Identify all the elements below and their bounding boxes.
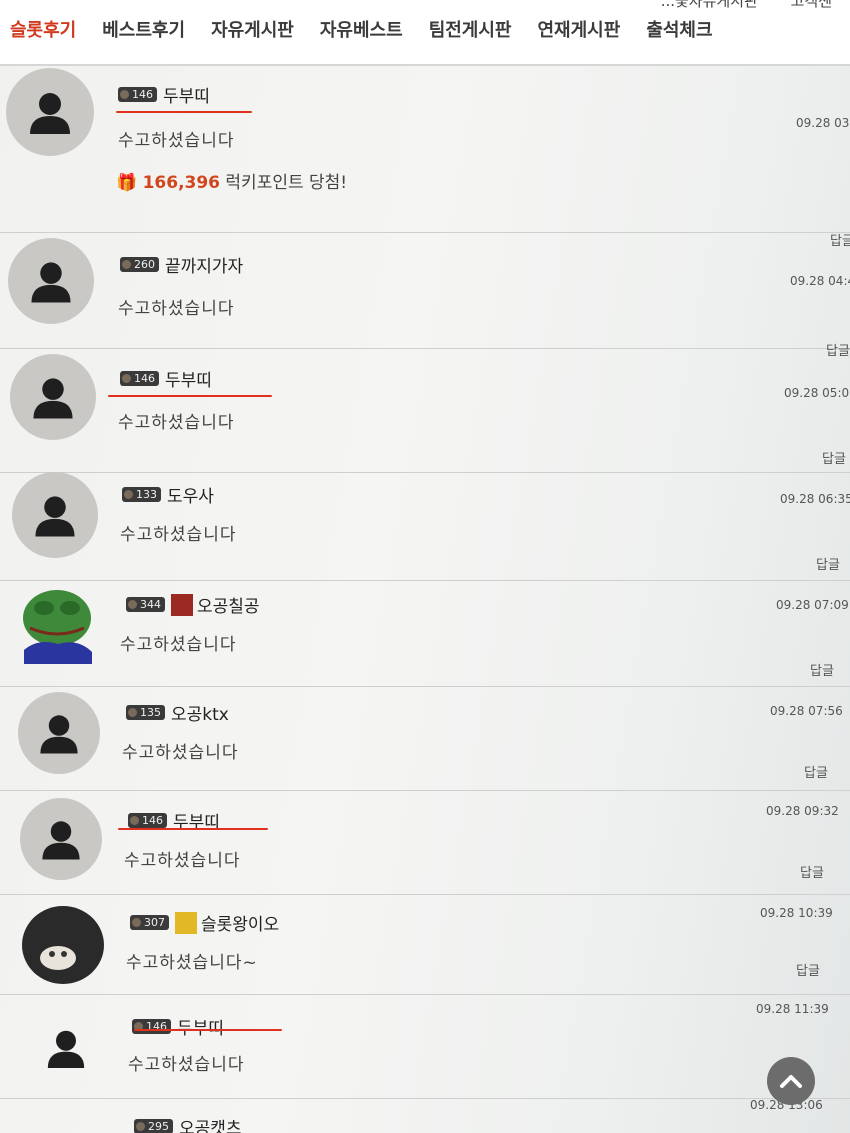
chevron-up-icon: [780, 1075, 802, 1088]
avatar[interactable]: [8, 238, 94, 324]
comment-item: 344 오공칠공 수고하셨습니다 09.28 07:09 답글: [0, 580, 850, 687]
util-link-1[interactable]: ...꽃자유게시판: [661, 0, 758, 10]
nickname[interactable]: 두부띠: [163, 87, 210, 107]
character-icon: [171, 593, 193, 616]
reply-button[interactable]: 답글: [800, 862, 824, 881]
nickname[interactable]: 오공칠공: [197, 597, 260, 617]
comment-item: 146 두부띠 수고하셨습니다 09.28 05:05 답글: [0, 348, 850, 473]
comment-item: 146 두부띠 수고하셨습니다 09.28 09:32 답글: [0, 790, 850, 895]
level-badge: 146: [118, 87, 157, 102]
comment-item: 135 오공ktx 수고하셨습니다 09.28 07:56 답글: [0, 686, 850, 791]
level-badge: 295: [134, 1119, 173, 1133]
comment-time: 09.28 04:4: [790, 274, 850, 288]
red-underline-annotation: [118, 828, 268, 830]
utility-links: ...꽃자유게시판 고객센: [633, 0, 832, 11]
comment-body: 수고하셨습니다: [120, 525, 237, 545]
lucky-point-prize: 🎁 166,396 럭키포인트 당첨!: [116, 168, 347, 193]
red-underline-annotation: [108, 395, 272, 397]
level-badge: 146: [120, 371, 159, 386]
avatar[interactable]: [20, 798, 102, 880]
reply-button[interactable]: 답글: [804, 762, 828, 781]
nickname[interactable]: 도우사: [167, 487, 214, 507]
comment-item: 146 두부띠 수고하셨습니다 🎁 166,396 럭키포인트 당첨! 09.28…: [0, 66, 850, 249]
nickname[interactable]: 오공ktx: [171, 705, 229, 725]
level-badge: 146: [132, 1019, 171, 1034]
user-silhouette-icon: [47, 1030, 85, 1068]
gift-icon: 🎁: [116, 173, 138, 193]
avatar[interactable]: [22, 906, 104, 984]
comment-body: 수고하셨습니다~: [126, 953, 258, 973]
comment-time: 09.28 11:39: [756, 1002, 829, 1016]
comment-body: 수고하셨습니다: [128, 1055, 245, 1075]
nickname[interactable]: 오공캣츠: [179, 1119, 242, 1133]
nickname[interactable]: 두부띠: [173, 813, 220, 833]
level-badge: 344: [126, 597, 165, 612]
comment-body: 수고하셨습니다: [118, 299, 235, 319]
reply-button[interactable]: 답글: [822, 448, 846, 467]
avatar[interactable]: [18, 580, 96, 664]
level-badge: 307: [130, 915, 169, 930]
user-silhouette-icon: [42, 821, 80, 860]
user-silhouette-icon: [31, 262, 71, 303]
tab-best-review[interactable]: 베스트후기: [89, 16, 198, 42]
avatar[interactable]: [10, 354, 96, 440]
tab-serial-board[interactable]: 연재게시판: [525, 16, 634, 42]
comment-body: 수고하셨습니다: [124, 851, 241, 871]
red-underline-annotation: [116, 111, 252, 113]
comment-item: 146 두부띠 수고하셨습니다 09.28 11:39: [0, 994, 850, 1099]
avatar[interactable]: [26, 1008, 106, 1088]
avatar[interactable]: [18, 692, 100, 774]
comment-item: 295 오공캣츠 09.28 13:06: [0, 1098, 850, 1133]
crown-icon: [175, 911, 197, 934]
comment-body: 수고하셨습니다: [122, 743, 239, 763]
nickname[interactable]: 슬롯왕이오: [201, 915, 279, 935]
user-silhouette-icon: [40, 715, 78, 754]
tab-free-board[interactable]: 자유게시판: [198, 16, 307, 42]
tab-team-board[interactable]: 팀전게시판: [416, 16, 525, 42]
comment-time: 09.28 09:32: [766, 804, 839, 818]
comment-time: 09.28 03:4: [796, 116, 850, 130]
comment-time: 09.28 05:05: [784, 386, 850, 400]
comment-time: 09.28 07:56: [770, 704, 843, 718]
prize-suffix: 럭키포인트 당첨!: [225, 173, 348, 193]
page: ...꽃자유게시판 고객센 슬롯후기 베스트후기 자유게시판 자유베스트 팀전게…: [0, 0, 850, 1133]
board-tabs: 슬롯후기 베스트후기 자유게시판 자유베스트 팀전게시판 연재게시판 출석체크: [0, 16, 726, 42]
comment-item: 260 끝까지가자 수고하셨습니다 09.28 04:4 답글: [0, 232, 850, 359]
nickname[interactable]: 끝까지가자: [165, 257, 243, 277]
comment-body: 수고하셨습니다: [120, 635, 237, 655]
top-navigation: ...꽃자유게시판 고객센 슬롯후기 베스트후기 자유게시판 자유베스트 팀전게…: [0, 0, 850, 66]
scroll-to-top-button[interactable]: [767, 1057, 815, 1105]
user-silhouette-icon: [30, 93, 70, 134]
tab-attendance[interactable]: 출석체크: [633, 16, 725, 42]
comment-item: 133 도우사 수고하셨습니다 09.28 06:35 답글: [0, 472, 850, 581]
level-badge: 135: [126, 705, 165, 720]
prize-points: 166,396: [142, 173, 221, 193]
comment-time: 09.28 10:39: [760, 906, 833, 920]
dog-photo-icon: [40, 946, 76, 970]
nickname[interactable]: 두부띠: [165, 371, 212, 391]
comment-item: 307 슬롯왕이오 수고하셨습니다~ 09.28 10:39 답글: [0, 894, 850, 995]
tab-slot-review[interactable]: 슬롯후기: [0, 16, 89, 42]
avatar[interactable]: [12, 472, 98, 558]
reply-button[interactable]: 답글: [816, 554, 840, 573]
user-silhouette-icon: [33, 378, 73, 419]
util-link-customer-center[interactable]: 고객센: [791, 0, 832, 10]
comment-body: 수고하셨습니다: [118, 413, 235, 433]
comment-time: 09.28 06:35: [780, 492, 850, 506]
tab-free-best[interactable]: 자유베스트: [307, 16, 416, 42]
frog-avatar-icon: [23, 590, 92, 664]
reply-button[interactable]: 답글: [810, 660, 834, 679]
level-badge: 260: [120, 257, 159, 272]
comment-body: 수고하셨습니다: [118, 131, 235, 151]
red-underline-annotation: [134, 1029, 282, 1031]
level-badge: 146: [128, 813, 167, 828]
level-badge: 133: [122, 487, 161, 502]
reply-button[interactable]: 답글: [796, 960, 820, 979]
user-silhouette-icon: [35, 496, 75, 537]
avatar[interactable]: [6, 68, 94, 156]
comment-time: 09.28 07:09: [776, 598, 849, 612]
